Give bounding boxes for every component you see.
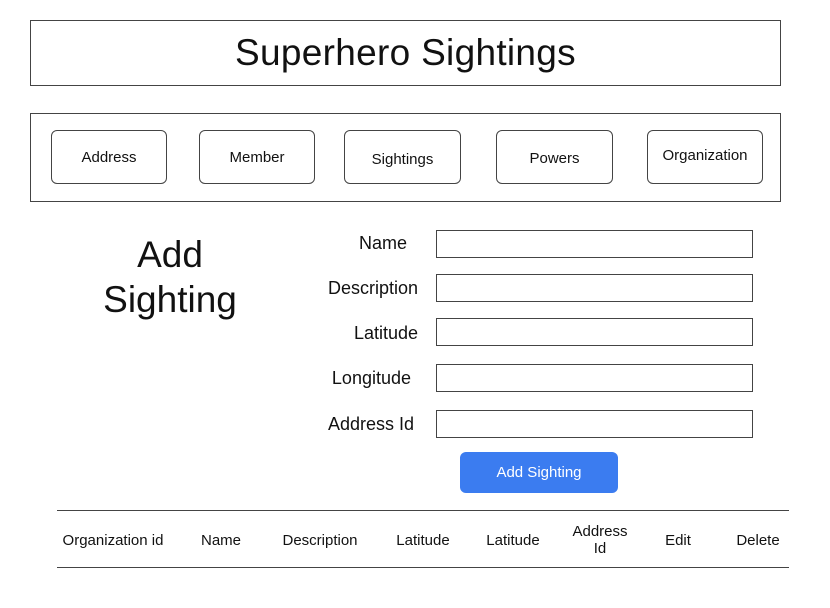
latitude-input[interactable]: [436, 318, 753, 346]
longitude-label: Longitude: [331, 368, 411, 388]
column-header-latitude: Latitude: [396, 531, 450, 549]
column-header-organization-id: Organization id: [62, 531, 164, 549]
column-header-address-id-line-1: Address: [572, 523, 628, 540]
column-header-name: Name: [200, 531, 241, 549]
description-label: Description: [327, 278, 418, 298]
main-nav: Address Member Sightings Powers Organiza…: [30, 113, 781, 202]
nav-organization-button[interactable]: Organization: [647, 130, 763, 184]
column-header-address-id: Address Id: [565, 522, 635, 562]
name-label: Name: [358, 233, 407, 253]
app-header: Superhero Sightings: [30, 20, 781, 86]
column-header-address-id-line-2: Id: [593, 540, 607, 557]
nav-address-button[interactable]: Address: [51, 130, 167, 184]
nav-member-button[interactable]: Member: [199, 130, 315, 184]
table-bottom-divider: [57, 567, 789, 568]
column-header-edit: Edit: [665, 531, 691, 549]
column-header-latitude-2: Latitude: [486, 531, 540, 549]
page-title: Add Sighting: [70, 232, 270, 322]
nav-powers-button[interactable]: Powers: [496, 130, 613, 184]
description-input[interactable]: [436, 274, 753, 302]
table-top-divider: [57, 510, 789, 511]
app-title: Superhero Sightings: [235, 32, 576, 73]
address-id-label: Address Id: [327, 414, 414, 434]
name-input[interactable]: [436, 230, 753, 258]
longitude-input[interactable]: [436, 364, 753, 392]
page-title-line-2: Sighting: [103, 279, 237, 320]
nav-sightings-button[interactable]: Sightings: [344, 130, 461, 184]
page-title-line-1: Add: [137, 234, 203, 275]
latitude-label: Latitude: [353, 323, 418, 343]
column-header-description: Description: [282, 531, 358, 549]
column-header-delete: Delete: [736, 531, 780, 549]
address-id-input[interactable]: [436, 410, 753, 438]
add-sighting-button[interactable]: Add Sighting: [460, 452, 618, 493]
